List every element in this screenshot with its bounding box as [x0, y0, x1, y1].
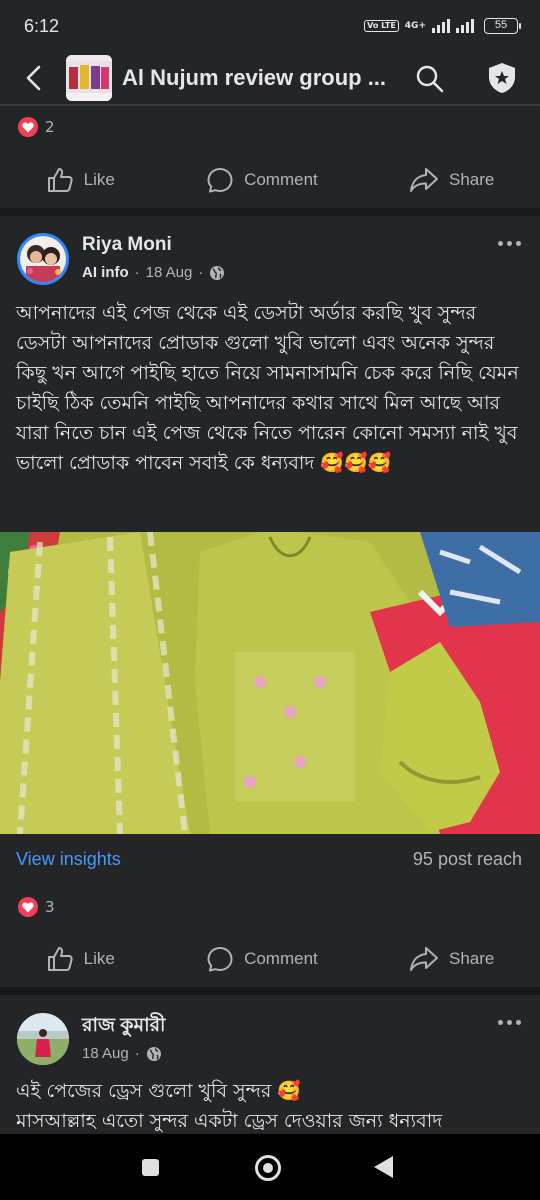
group-thumbnail[interactable]: [66, 55, 112, 101]
post-actions: Like Comment Share: [0, 931, 540, 987]
network-type: 4G+: [404, 21, 426, 31]
shield-star-icon[interactable]: [486, 61, 518, 95]
ai-info-badge[interactable]: AI info: [82, 264, 129, 281]
meta-dot: ·: [134, 1045, 140, 1062]
next-post-text-line: এই পেজের ড্রেস গুলো খুবি সুন্দর 🥰: [16, 1080, 302, 1102]
system-nav-bar: [0, 1134, 540, 1200]
share-label: Share: [449, 170, 495, 189]
post-separator: [0, 208, 540, 216]
comment-label: Comment: [244, 170, 318, 189]
post-text: আপনাদের এই পেজ থেকে এই ডেসটা অর্ডার করছি…: [16, 302, 519, 474]
more-options-icon[interactable]: [494, 233, 524, 253]
recents-icon[interactable]: [142, 1159, 159, 1176]
status-time: 6:12: [24, 16, 60, 36]
meta-dot: ·: [134, 264, 140, 281]
signal-icon: [432, 19, 450, 33]
group-header: Al Nujum review group ...: [0, 52, 540, 106]
post-photo[interactable]: [0, 532, 540, 834]
avatar[interactable]: [17, 233, 69, 285]
post-reach: 95 post reach: [412, 849, 522, 869]
post-date[interactable]: 18 Aug: [146, 264, 193, 281]
share-button[interactable]: Share: [409, 166, 494, 194]
status-icons: Vo LTE 4G+ 55: [364, 16, 521, 36]
comment-label: Comment: [244, 949, 318, 968]
reaction-count: 2: [45, 118, 55, 136]
next-post-text-line: মাসআল্লাহ এতো সুন্দর একটা ড্রেস দেওয়ার …: [16, 1110, 443, 1132]
previous-post-reactions[interactable]: 2: [18, 117, 55, 137]
status-bar: 6:12 Vo LTE 4G+ 55: [0, 0, 540, 52]
battery-icon: 55: [484, 18, 521, 34]
home-icon[interactable]: [255, 1155, 281, 1181]
post-meta: AI info · 18 Aug ·: [82, 264, 225, 281]
like-button[interactable]: Like: [46, 945, 115, 973]
back-arrow-icon[interactable]: [18, 63, 48, 93]
share-button[interactable]: Share: [409, 945, 494, 973]
like-label: Like: [83, 170, 115, 189]
post-date[interactable]: 18 Aug: [82, 1045, 129, 1062]
share-icon: [410, 947, 438, 971]
next-post-text: এই পেজের ড্রেস গুলো খুবি সুন্দর 🥰 মাসআল্…: [16, 1076, 526, 1134]
previous-post-actions: Like Comment Share: [0, 152, 540, 208]
more-options-icon[interactable]: [494, 1012, 524, 1032]
like-icon: [47, 947, 73, 971]
comment-icon: [207, 168, 233, 193]
heart-reaction-icon: [18, 897, 38, 917]
globe-icon: [210, 265, 225, 280]
share-label: Share: [449, 949, 495, 968]
back-triangle-icon[interactable]: [374, 1156, 393, 1178]
like-icon: [47, 168, 73, 192]
avatar[interactable]: [17, 1013, 69, 1065]
share-icon: [410, 168, 438, 192]
group-title[interactable]: Al Nujum review group ...: [122, 65, 402, 91]
comment-icon: [207, 947, 233, 972]
globe-icon: [146, 1046, 161, 1061]
post-author[interactable]: Riya Moni: [82, 234, 172, 256]
like-button[interactable]: Like: [46, 166, 115, 194]
comment-button[interactable]: Comment: [206, 945, 318, 973]
search-icon[interactable]: [414, 63, 446, 95]
meta-dot: ·: [198, 264, 204, 281]
volte-icon: Vo LTE: [364, 20, 399, 32]
reaction-count: 3: [45, 898, 55, 916]
heart-reaction-icon: [18, 117, 38, 137]
like-label: Like: [83, 949, 115, 968]
post-author[interactable]: রাজ কুমারী: [82, 1011, 165, 1043]
post-meta: 18 Aug ·: [82, 1045, 162, 1062]
signal-icon-2: [456, 19, 474, 33]
comment-button[interactable]: Comment: [206, 166, 318, 194]
view-insights-link[interactable]: View insights: [16, 849, 121, 870]
post-separator: [0, 987, 540, 995]
post-reactions[interactable]: 3: [18, 897, 55, 917]
